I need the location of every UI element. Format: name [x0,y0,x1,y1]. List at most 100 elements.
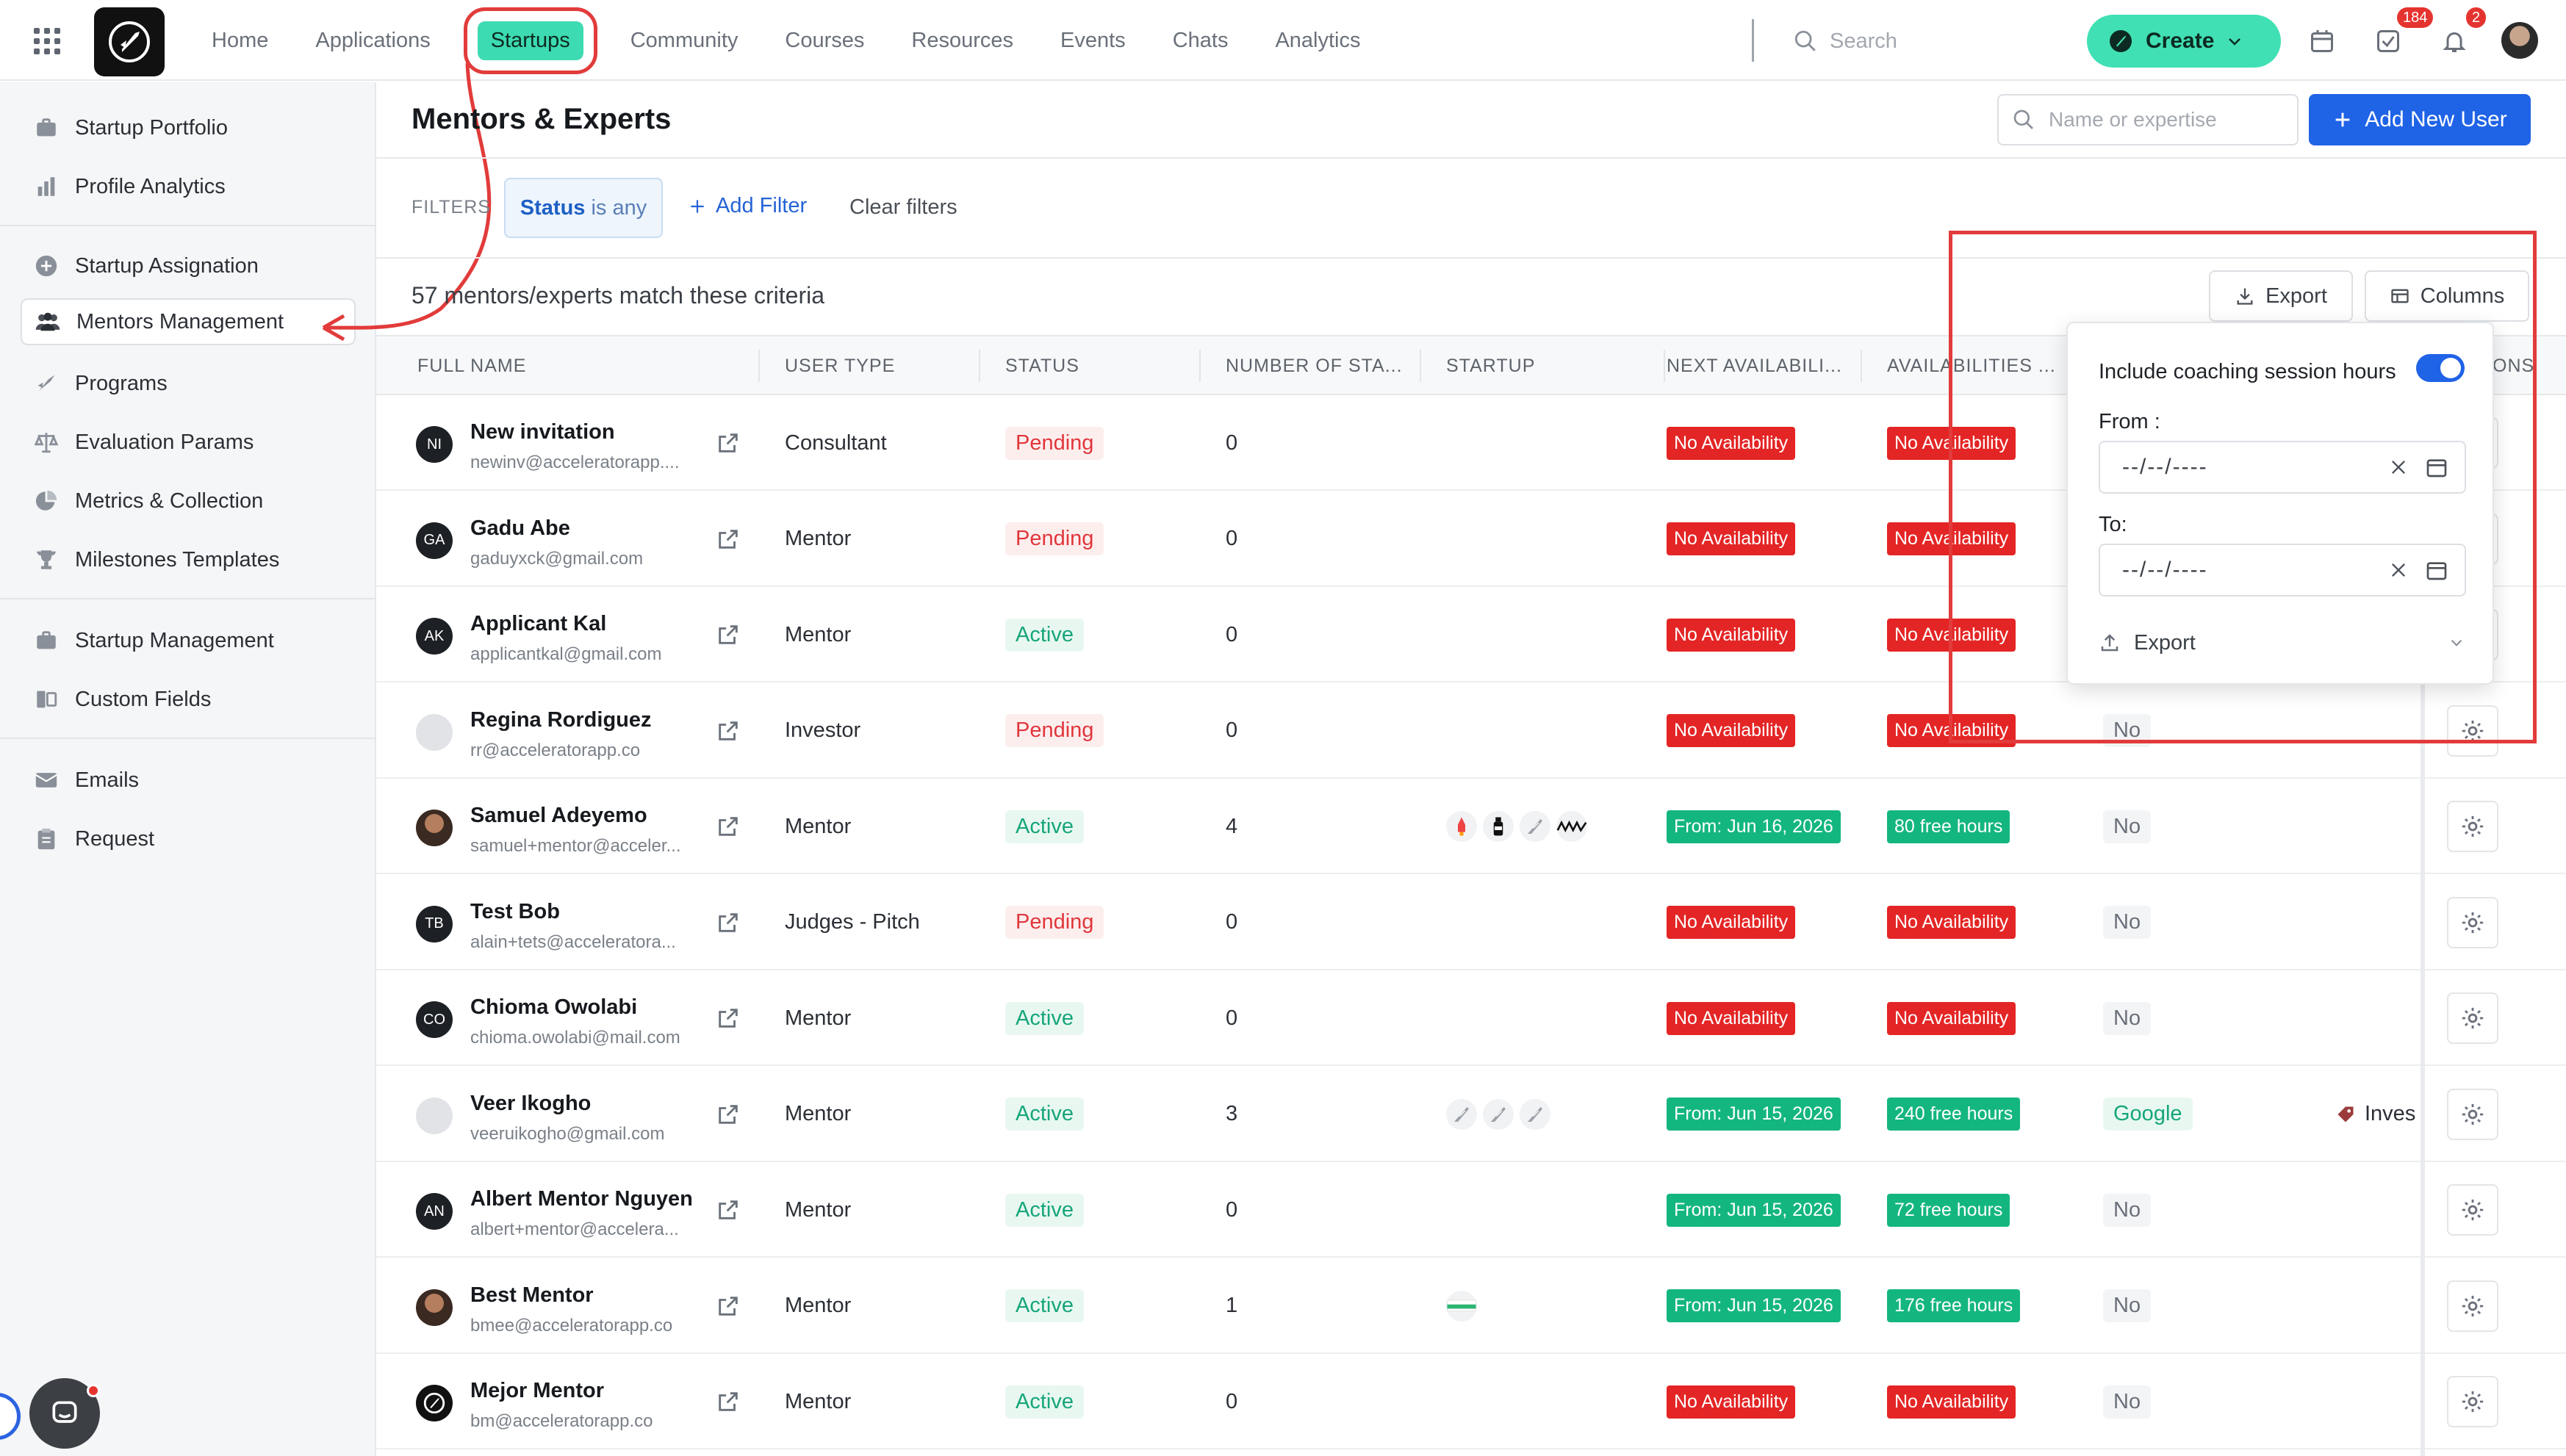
plus-icon [691,199,704,213]
user-type: Mentor [785,1102,852,1125]
user-type: Investor [785,718,861,742]
table-row[interactable]: CO Chioma Owolabi chioma.owolabi@mail.com M… [376,970,2566,1066]
user-full-name[interactable]: Gadu Abe [470,516,570,541]
add-filter-label: Add Filter [716,194,808,217]
external-link-icon[interactable] [716,910,741,935]
status-filter-key: Status [520,195,586,220]
user-type: Mentor [785,1006,852,1030]
avatar: AN [416,1193,453,1230]
tag-icon [2337,1106,2354,1122]
external-link-icon[interactable] [716,430,741,455]
name-expertise-search-input[interactable]: Name or expertise [1997,94,2299,145]
status-badge: Active [1005,1001,1084,1035]
feather-logo-icon[interactable] [1446,1098,1477,1130]
number-of-startups: 1 [1226,1294,1238,1317]
add-filter-button[interactable]: Add Filter [688,194,807,218]
table-row[interactable]: Mejor Mentor bm@acceleratorapp.co Mentor Ac… [376,1354,2566,1449]
user-email: bmee@acceleratorapp.co [470,1315,673,1336]
column-header-next-availability[interactable]: NEXT AVAILABILI... [1667,336,1842,395]
flag-logo-icon[interactable] [1446,1290,1477,1322]
user-full-name[interactable]: Test Bob [470,900,560,924]
avatar: AK [416,618,453,655]
column-header-startup[interactable]: STARTUP [1446,336,1535,395]
user-full-name[interactable]: Best Mentor [470,1283,594,1308]
user-full-name[interactable]: Veer Ikogho [470,1092,591,1116]
row-settings-button[interactable] [2447,1280,2498,1332]
user-email: newinv@acceleratorapp.... [470,453,680,472]
table-row[interactable]: AN Albert Mentor Nguyen albert+mentor@acce… [376,1162,2566,1258]
user-full-name[interactable]: Samuel Adeyemo [470,804,647,828]
avatar-initials: AK [424,627,445,644]
next-availability-badge: From: Jun 15, 2026 [1667,1193,1841,1227]
avatar [416,1097,453,1134]
user-full-name[interactable]: Chioma Owolabi [470,995,637,1020]
header-divider [376,157,2566,159]
user-email: veeruikogho@gmail.com [470,1123,665,1144]
column-header-user-type[interactable]: USER TYPE [785,336,895,395]
gear-icon [2462,1295,2484,1316]
user-full-name[interactable]: New invitation [470,420,615,444]
row-settings-button[interactable] [2447,801,2498,852]
column-header-number-of-startups[interactable]: NUMBER OF STA... [1226,336,1403,395]
row-settings-button[interactable] [2447,1376,2498,1427]
table-row[interactable]: Veer Ikogho veeruikogho@gmail.com Mentor Ac… [376,1067,2566,1162]
number-of-startups: 4 [1226,814,1238,838]
external-link-icon[interactable] [716,1294,741,1319]
table-row[interactable]: TB Test Bob alain+tets@acceleratora... Judg… [376,875,2566,970]
feather-logo-icon[interactable] [1520,811,1550,842]
feather-logo-icon[interactable] [1520,1098,1550,1130]
status-badge: Pending [1005,522,1104,555]
integration-value: No [2103,810,2152,843]
user-type: Consultant [785,430,887,455]
user-full-name[interactable]: Albert Mentor Nguyen [470,1187,693,1211]
integration-value: Google [2103,1098,2193,1131]
status-filter-chip[interactable]: Status is any [504,178,663,238]
external-link-icon[interactable] [716,622,741,647]
column-header-full-name[interactable]: FULL NAME [417,336,526,395]
number-of-startups: 0 [1226,622,1238,646]
external-link-icon[interactable] [716,1006,741,1031]
integration-value: No [2103,906,2152,939]
external-link-icon[interactable] [716,1389,741,1414]
column-header-status[interactable]: STATUS [1005,336,1079,395]
integration-value: No [2103,1385,2152,1419]
availabilities-badge: 176 free hours [1887,1289,2021,1322]
gear-icon [2462,912,2484,933]
tag-value: Inves [2365,1102,2416,1125]
user-email: alain+tets@acceleratora... [470,931,676,952]
external-link-icon[interactable] [716,1197,741,1222]
next-availability-badge: No Availability [1667,906,1796,939]
row-settings-button[interactable] [2447,1184,2498,1236]
next-availability-badge: No Availability [1667,1385,1796,1419]
user-type: Mentor [785,527,852,550]
startup-logos [1446,1067,1550,1162]
page-title: Mentors & Experts [412,103,672,135]
availabilities-badge: No Availability [1887,1001,2016,1035]
next-availability-badge: No Availability [1667,618,1796,652]
row-settings-button[interactable] [2447,992,2498,1044]
rocket-logo-icon[interactable] [1446,811,1477,842]
table-row[interactable]: Samuel Adeyemo samuel+mentor@acceler... Me… [376,779,2566,874]
external-link-icon[interactable] [716,814,741,839]
availabilities-badge: 80 free hours [1887,810,2010,843]
clear-filters-button[interactable]: Clear filters [849,195,957,220]
external-link-icon[interactable] [716,1102,741,1127]
row-settings-button[interactable] [2447,1088,2498,1140]
table-row[interactable]: Best Mentor bmee@acceleratorapp.co Mentor A… [376,1258,2566,1354]
next-availability-badge: No Availability [1667,1001,1796,1035]
user-full-name[interactable]: Applicant Kal [470,612,606,636]
external-link-icon[interactable] [716,718,741,743]
row-settings-button[interactable] [2447,896,2498,948]
external-link-icon[interactable] [716,527,741,552]
gear-icon [2462,1103,2484,1125]
avatar: NI [416,426,453,463]
feather-logo-icon[interactable] [1483,1098,1514,1130]
add-new-user-button[interactable]: Add New User [2309,94,2531,145]
gear-icon [2462,1199,2484,1221]
number-of-startups: 3 [1226,1102,1238,1125]
user-full-name[interactable]: Regina Rordiguez [470,708,652,732]
status-badge: Pending [1005,906,1104,939]
bottle-logo-icon[interactable] [1483,811,1514,842]
user-full-name[interactable]: Mejor Mentor [470,1379,604,1403]
wordmark-logo-icon[interactable] [1556,811,1587,842]
